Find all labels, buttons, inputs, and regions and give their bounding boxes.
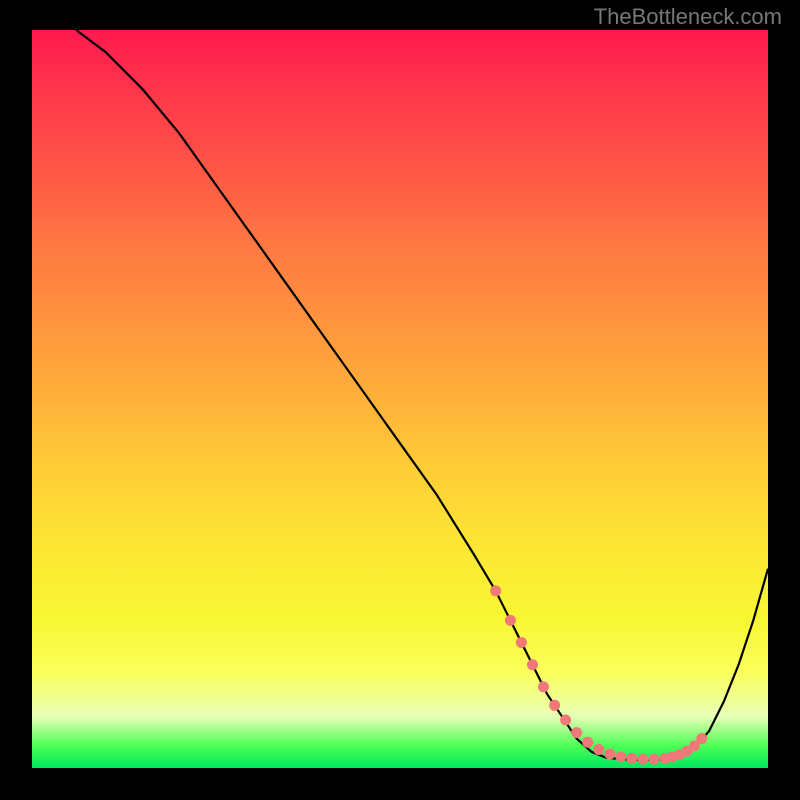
marker-dot bbox=[527, 659, 538, 670]
marker-dots-group bbox=[490, 585, 707, 764]
marker-dot bbox=[593, 744, 604, 755]
marker-dot bbox=[648, 754, 659, 765]
marker-dot bbox=[549, 700, 560, 711]
marker-dot bbox=[696, 733, 707, 744]
marker-dot bbox=[615, 751, 626, 762]
curve-line bbox=[76, 30, 768, 760]
marker-dot bbox=[538, 681, 549, 692]
chart-svg bbox=[32, 30, 768, 768]
watermark-text: TheBottleneck.com bbox=[594, 4, 782, 30]
marker-dot bbox=[637, 754, 648, 765]
marker-dot bbox=[626, 753, 637, 764]
marker-dot bbox=[505, 615, 516, 626]
marker-dot bbox=[571, 727, 582, 738]
marker-dot bbox=[560, 715, 571, 726]
marker-dot bbox=[604, 749, 615, 760]
curve-line-group bbox=[76, 30, 768, 760]
marker-dot bbox=[516, 637, 527, 648]
marker-dot bbox=[582, 737, 593, 748]
plot-area bbox=[32, 30, 768, 768]
marker-dot bbox=[490, 585, 501, 596]
